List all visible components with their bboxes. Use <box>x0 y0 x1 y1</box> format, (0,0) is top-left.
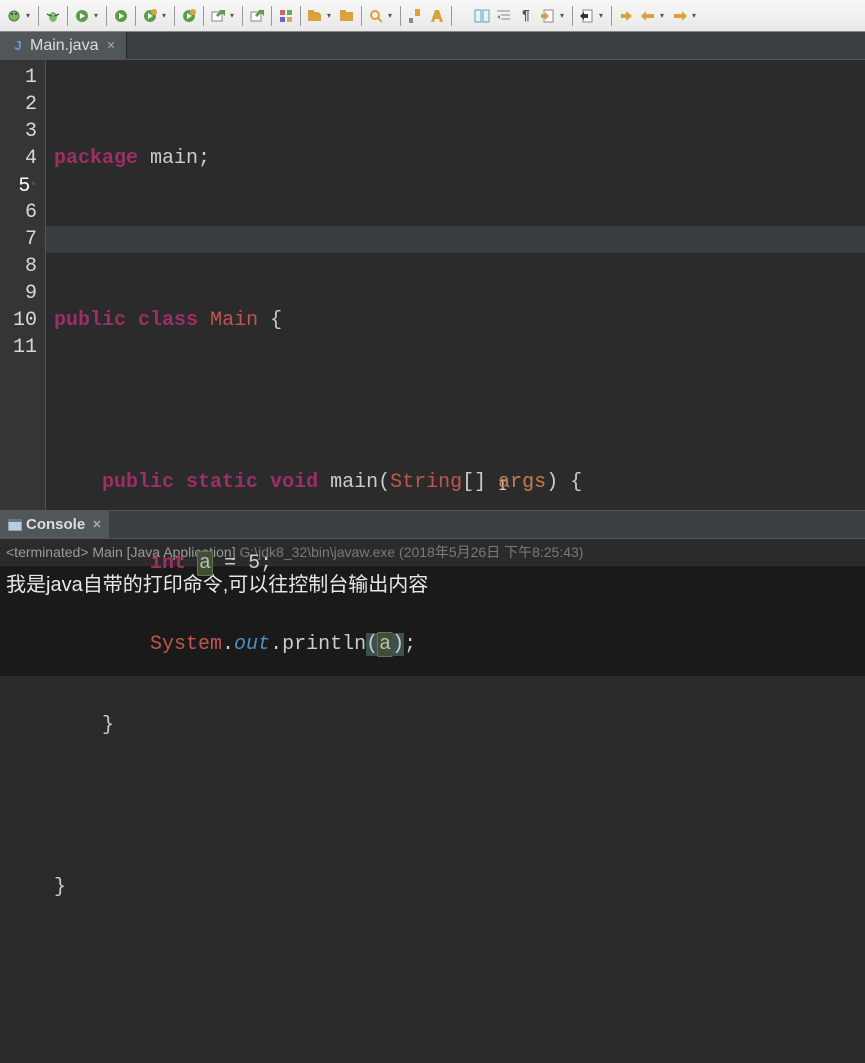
step-icon[interactable] <box>616 6 636 26</box>
dropdown-icon[interactable]: ▾ <box>560 11 568 21</box>
dropdown-icon[interactable]: ▾ <box>26 11 34 21</box>
columns-icon[interactable] <box>472 6 492 26</box>
dropdown-icon[interactable]: ▾ <box>230 11 238 21</box>
search-icon[interactable] <box>366 6 386 26</box>
line-number: 7 <box>4 226 37 253</box>
external-icon[interactable] <box>208 6 228 26</box>
run-icon[interactable] <box>111 6 131 26</box>
editor-tab-bar: J Main.java ✕ <box>0 32 865 60</box>
run-alt-icon[interactable] <box>179 6 199 26</box>
java-file-icon: J <box>10 38 26 54</box>
doc-import-icon[interactable] <box>538 6 558 26</box>
dropdown-icon[interactable]: ▾ <box>388 11 396 21</box>
dropdown-icon[interactable]: ▾ <box>327 11 335 21</box>
code-area[interactable]: package main; public class Main { public… <box>46 60 865 510</box>
console-icon <box>8 519 22 531</box>
paint-icon[interactable] <box>405 6 425 26</box>
grid-icon[interactable] <box>276 6 296 26</box>
pilcrow-icon[interactable]: ¶ <box>516 6 536 26</box>
tab-title: Main.java <box>30 37 98 55</box>
dropdown-icon[interactable]: ▾ <box>692 11 700 21</box>
dropdown-icon[interactable]: ▾ <box>94 11 102 21</box>
back-icon[interactable] <box>638 6 658 26</box>
line-number: 2 <box>4 91 37 118</box>
line-number: 1 <box>4 64 37 91</box>
external-icon[interactable] <box>247 6 267 26</box>
line-number: 6 <box>4 199 37 226</box>
close-icon[interactable]: ✕ <box>106 39 115 52</box>
run-alt-icon[interactable] <box>140 6 160 26</box>
line-number: 9 <box>4 280 37 307</box>
editor-tab-main-java[interactable]: J Main.java ✕ <box>0 32 127 59</box>
line-number-gutter: 1 2 3 4 5◦ 6 7 8 9 10 11 <box>0 60 46 510</box>
dropdown-icon[interactable]: ▾ <box>660 11 668 21</box>
folder-new-icon[interactable]: + <box>305 6 325 26</box>
line-number: 4 <box>4 145 37 172</box>
run-icon[interactable] <box>72 6 92 26</box>
dropdown-icon[interactable]: ▾ <box>162 11 170 21</box>
line-number: 8 <box>4 253 37 280</box>
dropdown-icon[interactable]: ▾ <box>599 11 607 21</box>
folder-icon[interactable] <box>337 6 357 26</box>
highlight-icon[interactable] <box>427 6 447 26</box>
debug-icon[interactable] <box>4 6 24 26</box>
code-editor[interactable]: 1 2 3 4 5◦ 6 7 8 9 10 11 package main; p… <box>0 60 865 510</box>
doc-export-icon[interactable] <box>577 6 597 26</box>
line-number: 5◦ <box>4 172 37 199</box>
svg-text:+: + <box>318 9 323 18</box>
dedent-icon[interactable] <box>494 6 514 26</box>
main-toolbar: ▾ ▾ ▾ ▾ + ▾ ▾ ¶ ▾ ▾ ▾ ▾ <box>0 0 865 32</box>
bug-icon[interactable] <box>43 6 63 26</box>
line-number: 11 <box>4 334 37 361</box>
line-number: 10 <box>4 307 37 334</box>
line-number: 3 <box>4 118 37 145</box>
forward-icon[interactable] <box>670 6 690 26</box>
